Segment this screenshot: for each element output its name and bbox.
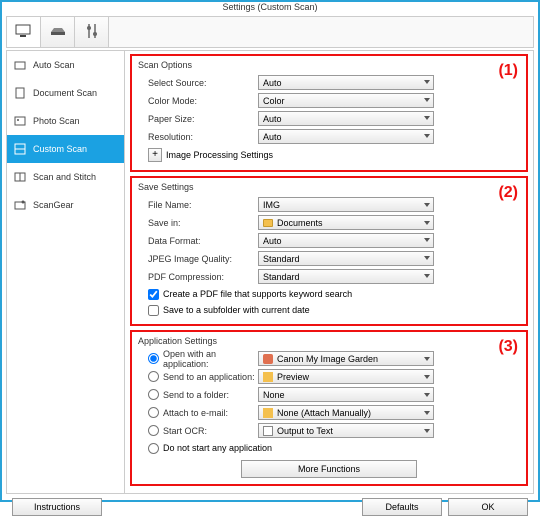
window-title: Settings (Custom Scan) <box>222 2 317 12</box>
pdf-keyword-checkbox[interactable] <box>148 289 159 300</box>
start-ocr-label: Start OCR: <box>163 426 207 436</box>
select-source-label: Select Source: <box>138 78 258 88</box>
sidebar-item-scangear[interactable]: ScanGear <box>7 191 124 219</box>
send-app-label: Send to an application: <box>163 372 255 382</box>
scanner-icon <box>49 24 67 40</box>
sidebar-item-label: Custom Scan <box>33 144 87 154</box>
sidebar-item-label: ScanGear <box>33 200 74 210</box>
attach-email-label: Attach to e-mail: <box>163 408 228 418</box>
paper-size-dropdown[interactable]: Auto <box>258 111 434 126</box>
start-ocr-value: Output to Text <box>277 426 333 436</box>
auto-scan-icon <box>13 58 27 72</box>
paper-size-label: Paper Size: <box>138 114 258 124</box>
attach-email-value: None (Attach Manually) <box>277 408 371 418</box>
send-folder-dropdown[interactable]: None <box>258 387 434 402</box>
defaults-button[interactable]: Defaults <box>362 498 442 516</box>
monitor-icon <box>15 24 33 40</box>
sidebar-item-custom-scan[interactable]: Custom Scan <box>7 135 124 163</box>
file-name-combo[interactable]: IMG <box>258 197 434 212</box>
app-icon <box>263 354 273 364</box>
mail-icon <box>263 408 273 418</box>
color-mode-dropdown[interactable]: Color <box>258 93 434 108</box>
start-ocr-radio[interactable] <box>148 425 159 436</box>
open-app-value: Canon My Image Garden <box>277 354 378 364</box>
toolbar <box>6 16 534 48</box>
pdf-compression-dropdown[interactable]: Standard <box>258 269 434 284</box>
open-app-label: Open with an application: <box>163 349 258 369</box>
start-ocr-dropdown[interactable]: Output to Text <box>258 423 434 438</box>
subfolder-checkbox[interactable] <box>148 305 159 316</box>
application-settings-group: (3) Application Settings Open with an ap… <box>130 330 528 486</box>
image-processing-label: Image Processing Settings <box>166 150 273 160</box>
file-name-label: File Name: <box>138 200 258 210</box>
stitch-icon <box>13 170 27 184</box>
sidebar-item-auto-scan[interactable]: Auto Scan <box>7 51 124 79</box>
subfolder-label: Save to a subfolder with current date <box>163 305 310 315</box>
titlebar: Settings (Custom Scan) <box>2 2 538 12</box>
color-mode-label: Color Mode: <box>138 96 258 106</box>
sidebar-item-label: Photo Scan <box>33 116 80 126</box>
toolbar-tab-scan-from-computer[interactable] <box>7 17 41 47</box>
group-title: Save Settings <box>138 182 520 192</box>
data-format-label: Data Format: <box>138 236 258 246</box>
scangear-icon <box>13 198 27 212</box>
ok-button[interactable]: OK <box>448 498 528 516</box>
folder-icon <box>263 219 273 227</box>
sidebar-item-label: Auto Scan <box>33 60 75 70</box>
resolution-dropdown[interactable]: Auto <box>258 129 434 144</box>
attach-email-dropdown[interactable]: None (Attach Manually) <box>258 405 434 420</box>
resolution-label: Resolution: <box>138 132 258 142</box>
sliders-icon <box>85 23 99 41</box>
photo-icon <box>13 114 27 128</box>
footer: Instructions Defaults OK <box>6 494 534 520</box>
group-number: (3) <box>498 338 518 356</box>
select-source-dropdown[interactable]: Auto <box>258 75 434 90</box>
no-app-label: Do not start any application <box>163 443 272 453</box>
group-title: Scan Options <box>138 60 520 70</box>
preview-icon <box>263 372 273 382</box>
jpeg-quality-dropdown[interactable]: Standard <box>258 251 434 266</box>
expand-image-processing-button[interactable]: + <box>148 148 162 162</box>
send-app-value: Preview <box>277 372 309 382</box>
save-settings-group: (2) Save Settings File Name: IMG Save in:… <box>130 176 528 326</box>
data-format-dropdown[interactable]: Auto <box>258 233 434 248</box>
no-app-radio[interactable] <box>148 443 159 454</box>
send-folder-label: Send to a folder: <box>163 390 229 400</box>
toolbar-tab-general[interactable] <box>75 17 109 47</box>
sidebar-item-scan-and-stitch[interactable]: Scan and Stitch <box>7 163 124 191</box>
pdf-compression-label: PDF Compression: <box>138 272 258 282</box>
jpeg-quality-label: JPEG Image Quality: <box>138 254 258 264</box>
send-app-radio[interactable] <box>148 371 159 382</box>
group-number: (2) <box>498 184 518 202</box>
main-panel: (1) Scan Options Select Source:Auto Colo… <box>125 51 533 493</box>
group-title: Application Settings <box>138 336 520 346</box>
sidebar-item-photo-scan[interactable]: Photo Scan <box>7 107 124 135</box>
save-in-dropdown[interactable]: Documents <box>258 215 434 230</box>
open-app-radio[interactable] <box>148 353 159 364</box>
sidebar: Auto Scan Document Scan Photo Scan Custo… <box>7 51 125 493</box>
send-folder-value: None <box>263 390 285 400</box>
sidebar-item-label: Scan and Stitch <box>33 172 96 182</box>
toolbar-tab-scan-from-panel[interactable] <box>41 17 75 47</box>
file-name-value: IMG <box>263 200 280 210</box>
save-in-value: Documents <box>277 218 323 228</box>
document-icon <box>13 86 27 100</box>
open-app-dropdown[interactable]: Canon My Image Garden <box>258 351 434 366</box>
sidebar-item-document-scan[interactable]: Document Scan <box>7 79 124 107</box>
custom-icon <box>13 142 27 156</box>
pdf-keyword-label: Create a PDF file that supports keyword … <box>163 289 352 299</box>
save-in-label: Save in: <box>138 218 258 228</box>
scan-options-group: (1) Scan Options Select Source:Auto Colo… <box>130 54 528 172</box>
sidebar-item-label: Document Scan <box>33 88 97 98</box>
more-functions-button[interactable]: More Functions <box>241 460 417 478</box>
send-app-dropdown[interactable]: Preview <box>258 369 434 384</box>
send-folder-radio[interactable] <box>148 389 159 400</box>
text-icon <box>263 426 273 436</box>
instructions-button[interactable]: Instructions <box>12 498 102 516</box>
group-number: (1) <box>498 62 518 80</box>
attach-email-radio[interactable] <box>148 407 159 418</box>
